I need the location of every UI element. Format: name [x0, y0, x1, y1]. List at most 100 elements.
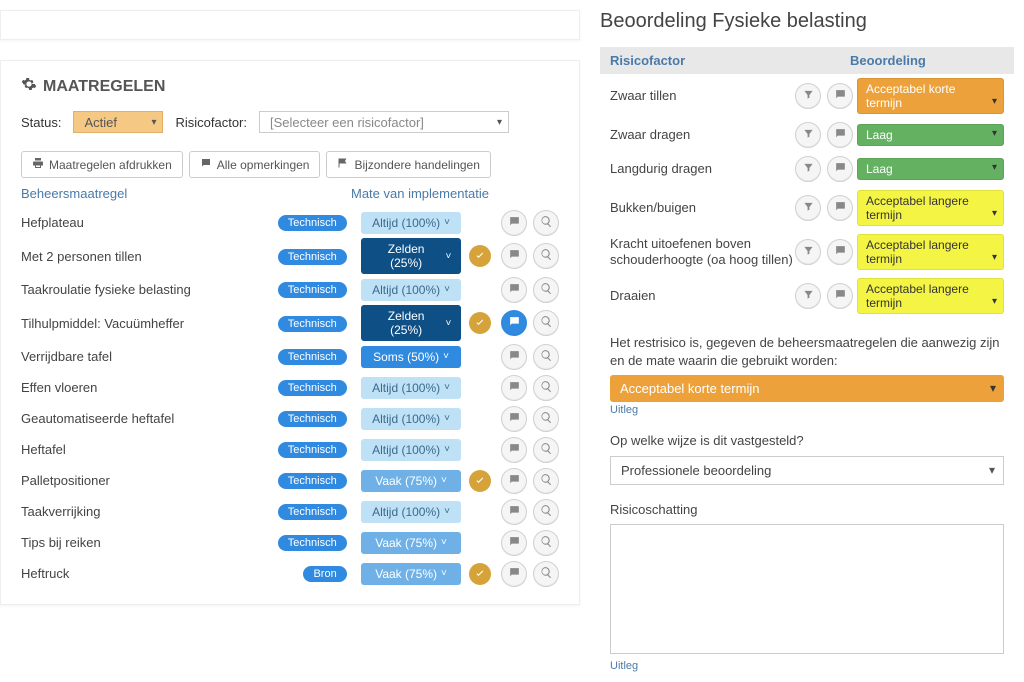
comment-button[interactable]	[827, 195, 853, 221]
check-badge[interactable]	[469, 470, 491, 492]
comment-button[interactable]	[827, 83, 853, 109]
filter-button[interactable]	[795, 83, 821, 109]
funnel-icon	[803, 128, 814, 142]
check-badge[interactable]	[469, 245, 491, 267]
implementation-select[interactable]: Altijd (100%)˅	[361, 439, 462, 461]
risk-select[interactable]: [Selecteer een risicofactor]	[259, 111, 509, 133]
view-button[interactable]	[533, 530, 559, 556]
chevron-down-icon: ˅	[444, 444, 450, 455]
measure-name: Hefplateau	[21, 215, 278, 230]
comment-icon	[508, 215, 521, 231]
view-button[interactable]	[533, 406, 559, 432]
measure-name: Effen vloeren	[21, 380, 278, 395]
method-label: Op welke wijze is dit vastgesteld?	[610, 432, 1004, 450]
measure-name: Tips bij reiken	[21, 535, 278, 550]
table-row: Verrijdbare tafelTechnischSoms (50%)˅	[21, 341, 559, 372]
search-icon	[540, 535, 553, 551]
check-badge[interactable]	[469, 563, 491, 585]
view-button[interactable]	[533, 375, 559, 401]
comment-button[interactable]	[501, 210, 527, 236]
rating-select[interactable]: Acceptabel langere termijn	[857, 190, 1004, 226]
comment-icon	[834, 127, 847, 143]
comment-icon	[508, 504, 521, 520]
view-button[interactable]	[533, 468, 559, 494]
risk-label: Risicofactor:	[175, 115, 247, 130]
comment-button[interactable]	[501, 344, 527, 370]
chevron-down-icon: ˅	[446, 251, 452, 262]
implementation-select[interactable]: Vaak (75%)˅	[361, 470, 462, 492]
type-tag: Technisch	[278, 411, 347, 427]
implementation-select[interactable]: Zelden (25%)˅	[361, 238, 462, 274]
comment-button[interactable]	[501, 375, 527, 401]
flag-icon	[337, 157, 349, 172]
risk-row: Bukken/buigen Acceptabel langere termijn	[600, 186, 1014, 230]
implementation-select[interactable]: Zelden (25%)˅	[361, 305, 462, 341]
view-button[interactable]	[533, 437, 559, 463]
comment-button[interactable]	[501, 243, 527, 269]
comment-button[interactable]	[501, 310, 527, 336]
filter-button[interactable]	[795, 239, 821, 265]
comment-button[interactable]	[501, 530, 527, 556]
risk-row: Zwaar tillenAcceptabel korte termijn	[600, 74, 1014, 118]
measure-name: Heftruck	[21, 566, 278, 581]
chevron-down-icon: ˅	[441, 537, 447, 548]
implementation-select[interactable]: Soms (50%)˅	[361, 346, 462, 368]
filter-button[interactable]	[795, 283, 821, 309]
comment-button[interactable]	[827, 283, 853, 309]
method-select[interactable]: Professionele beoordeling	[610, 456, 1004, 485]
right-header-risk: Risicofactor	[610, 53, 850, 68]
rating-select[interactable]: Acceptabel langere termijn	[857, 278, 1004, 314]
check-badge[interactable]	[469, 312, 491, 334]
comment-button[interactable]	[827, 239, 853, 265]
table-row: Tilhulpmiddel: VacuümhefferTechnischZeld…	[21, 305, 559, 341]
risk-row: Langdurig dragenLaag	[600, 152, 1014, 186]
view-button[interactable]	[533, 210, 559, 236]
print-button[interactable]: Maatregelen afdrukken	[21, 151, 183, 178]
comment-icon	[200, 157, 212, 172]
view-button[interactable]	[533, 561, 559, 587]
status-select[interactable]: Actief	[73, 111, 163, 133]
uitleg-link-1[interactable]: Uitleg	[610, 404, 1004, 416]
table-row: TaakverrijkingTechnischAltijd (100%)˅	[21, 496, 559, 527]
rating-select[interactable]: Acceptabel korte termijn	[857, 78, 1004, 114]
restrisico-text: Het restrisico is, gegeven de beheersmaa…	[610, 334, 1004, 369]
filter-button[interactable]	[795, 122, 821, 148]
type-tag: Technisch	[278, 316, 347, 332]
view-button[interactable]	[533, 499, 559, 525]
comment-button[interactable]	[501, 468, 527, 494]
all-comments-button[interactable]: Alle opmerkingen	[189, 151, 321, 178]
comment-button[interactable]	[501, 437, 527, 463]
rating-select[interactable]: Laag	[857, 158, 1004, 180]
comment-button[interactable]	[501, 561, 527, 587]
uitleg-link-2[interactable]: Uitleg	[610, 660, 1004, 672]
filter-button[interactable]	[795, 156, 821, 182]
implementation-select[interactable]: Altijd (100%)˅	[361, 279, 462, 301]
restrisico-select[interactable]: Acceptabel korte termijn	[610, 375, 1004, 402]
comment-button[interactable]	[501, 406, 527, 432]
comment-button[interactable]	[827, 122, 853, 148]
filter-button[interactable]	[795, 195, 821, 221]
view-button[interactable]	[533, 243, 559, 269]
risk-name: Bukken/buigen	[610, 200, 795, 216]
comment-button[interactable]	[501, 499, 527, 525]
implementation-select[interactable]: Vaak (75%)˅	[361, 563, 462, 585]
implementation-select[interactable]: Altijd (100%)˅	[361, 212, 462, 234]
implementation-select[interactable]: Altijd (100%)˅	[361, 408, 462, 430]
special-actions-button[interactable]: Bijzondere handelingen	[326, 151, 490, 178]
schatting-textarea[interactable]	[610, 524, 1004, 654]
table-row: Met 2 personen tillenTechnischZelden (25…	[21, 238, 559, 274]
implementation-select[interactable]: Vaak (75%)˅	[361, 532, 462, 554]
chevron-down-icon: ˅	[444, 413, 450, 424]
view-button[interactable]	[533, 310, 559, 336]
type-tag: Technisch	[278, 380, 347, 396]
implementation-select[interactable]: Altijd (100%)˅	[361, 501, 462, 523]
comment-button[interactable]	[501, 277, 527, 303]
comment-button[interactable]	[827, 156, 853, 182]
rating-select[interactable]: Laag	[857, 124, 1004, 146]
comment-icon	[508, 380, 521, 396]
rating-select[interactable]: Acceptabel langere termijn	[857, 234, 1004, 270]
chevron-down-icon: ˅	[444, 217, 450, 228]
view-button[interactable]	[533, 277, 559, 303]
implementation-select[interactable]: Altijd (100%)˅	[361, 377, 462, 399]
view-button[interactable]	[533, 344, 559, 370]
